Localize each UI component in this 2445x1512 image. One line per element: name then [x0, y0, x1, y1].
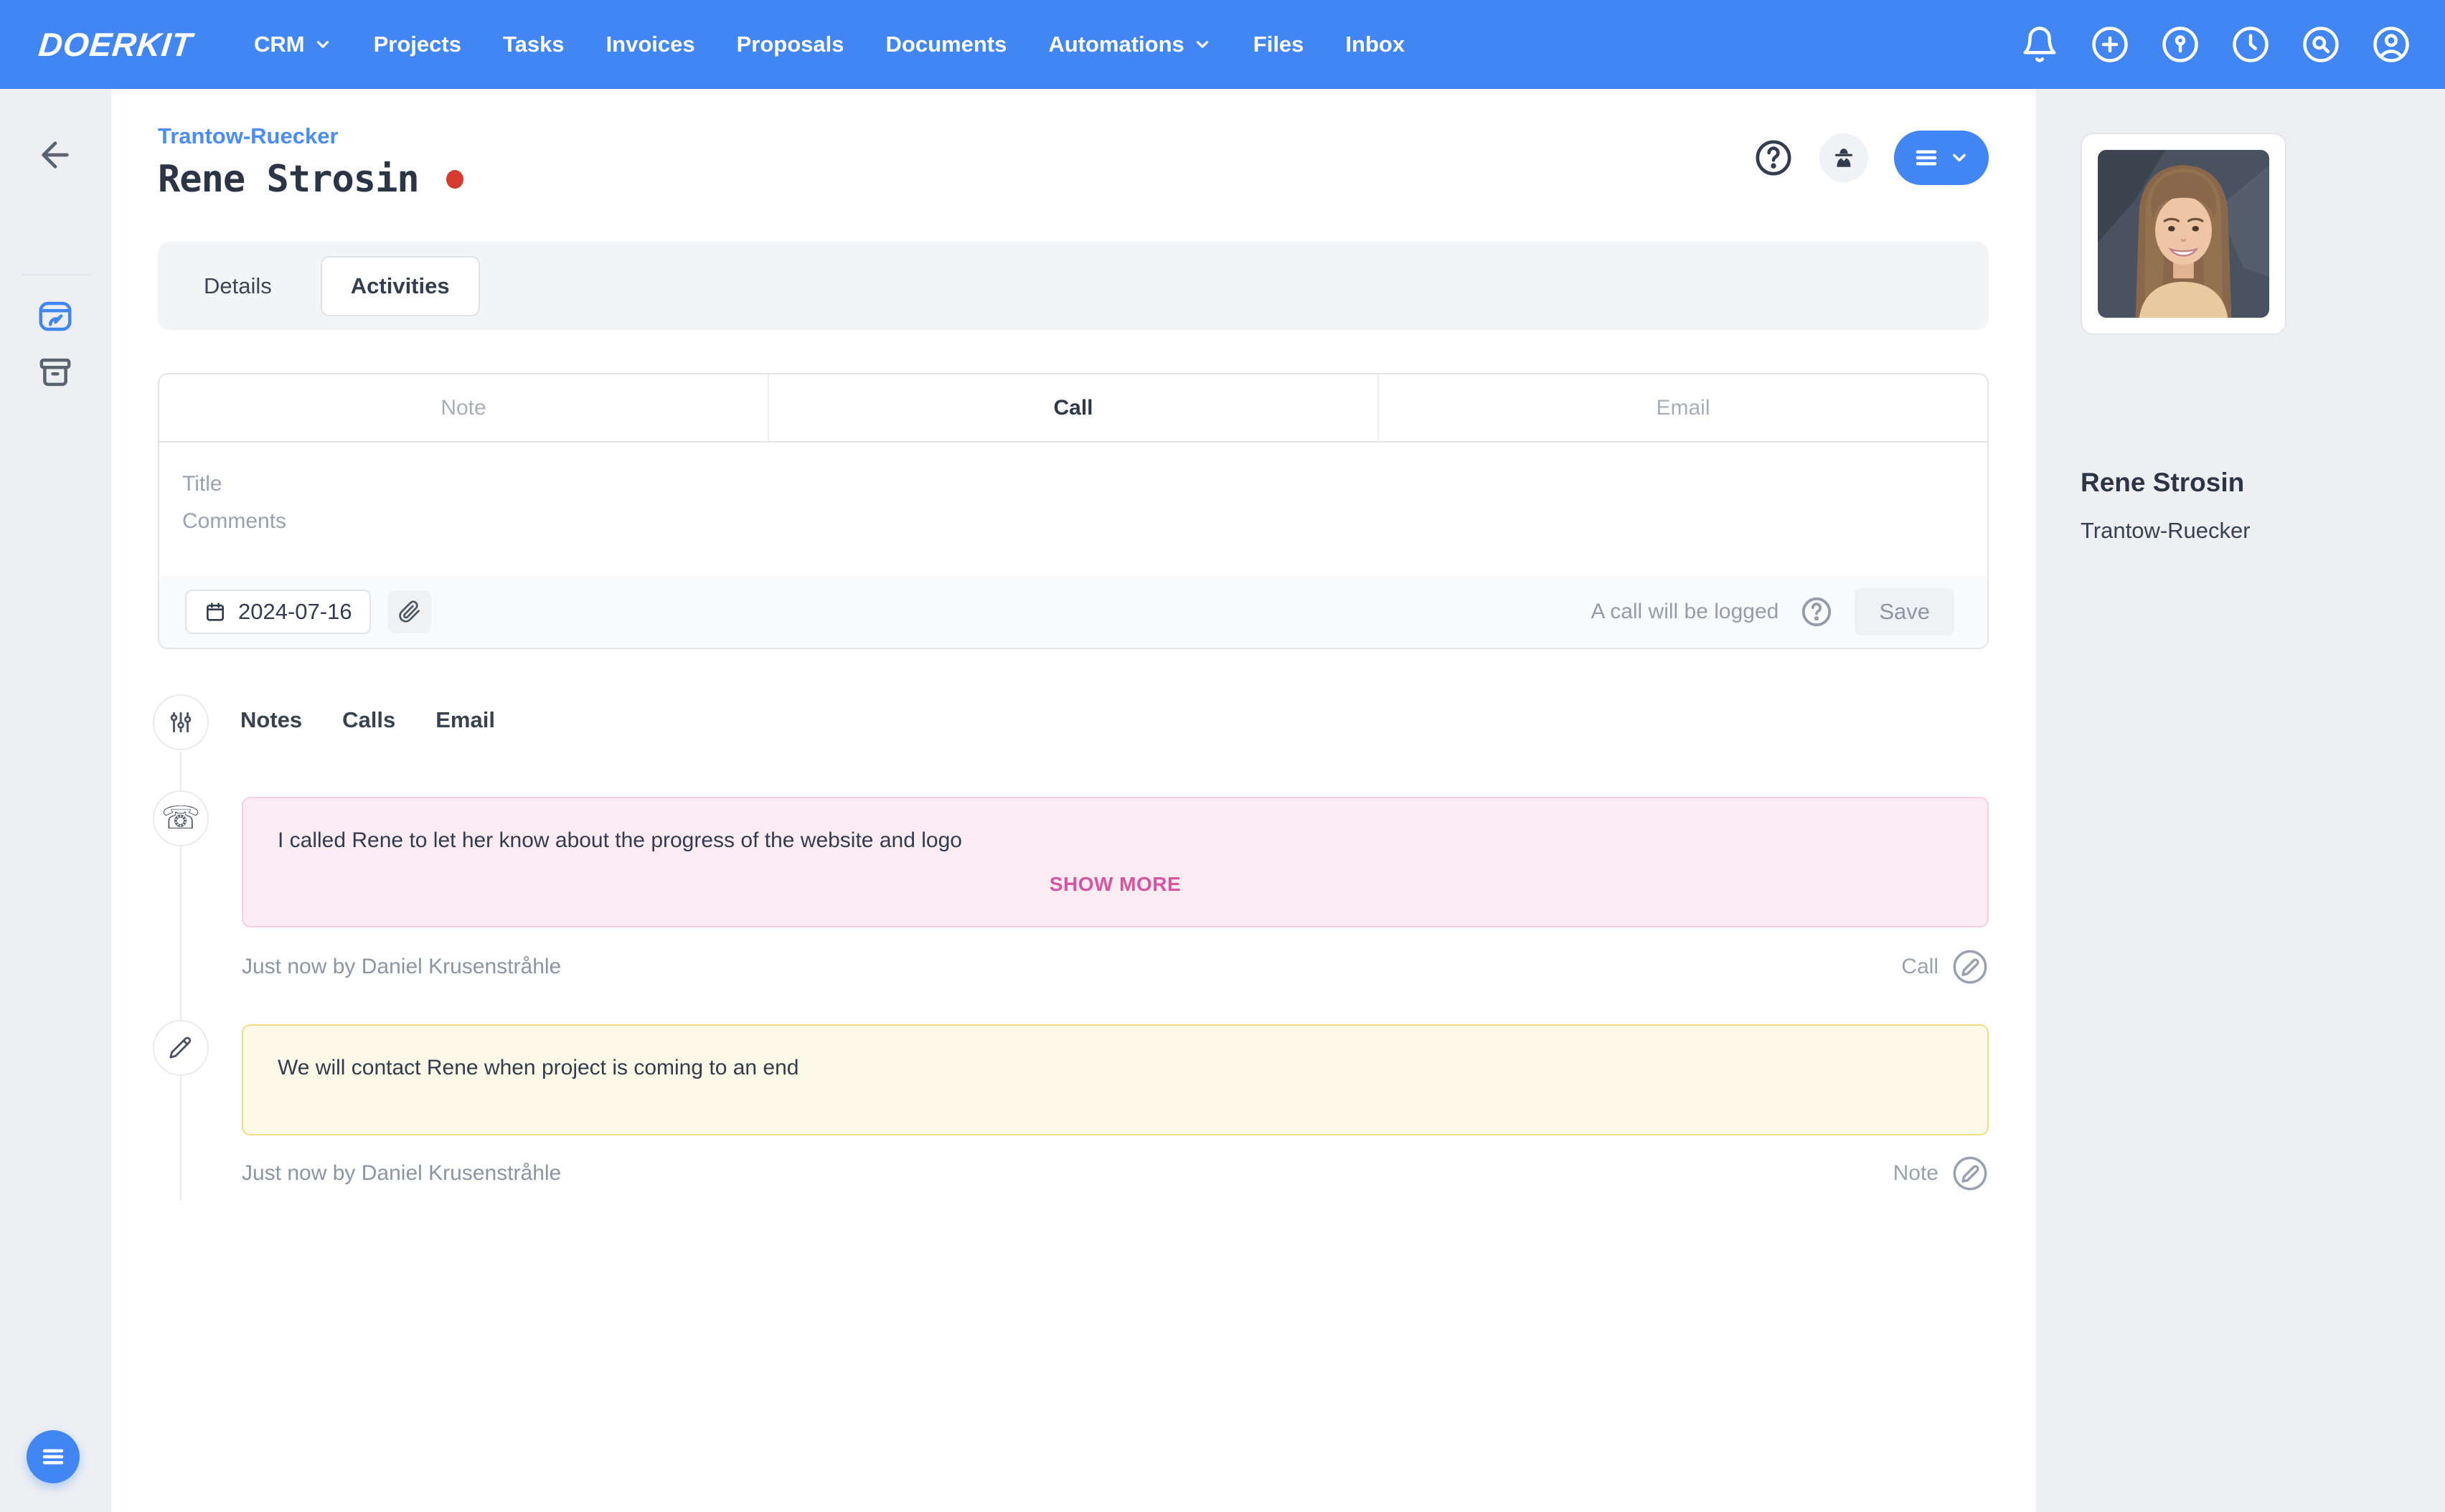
tab-details[interactable]: Details	[176, 273, 299, 299]
show-more-link[interactable]: SHOW MORE	[243, 873, 1987, 896]
menu-icon	[1913, 145, 1939, 171]
filter-tab-notes[interactable]: Notes	[240, 707, 302, 733]
activity-composer: Note Call Email 2024-07-16 A call will b…	[158, 373, 1989, 649]
save-button[interactable]: Save	[1855, 588, 1954, 635]
impersonate-button[interactable]	[1819, 133, 1868, 182]
filter-tab-calls[interactable]: Calls	[342, 707, 395, 733]
nav-item-automations[interactable]: Automations	[1048, 32, 1211, 57]
nav-item-proposals[interactable]: Proposals	[737, 32, 844, 57]
paperclip-icon	[398, 600, 421, 623]
top-nav: DOERKIT CRM Projects Tasks Invoices Prop…	[0, 0, 2445, 89]
note-entry-card: We will contact Rene when project is com…	[242, 1024, 1989, 1135]
call-entry-marker: ☏	[153, 790, 209, 846]
main-menu: CRM Projects Tasks Invoices Proposals Do…	[254, 32, 1405, 57]
call-entry-author: Just now by Daniel Krusenstråhle	[242, 955, 561, 979]
edit-call-icon[interactable]	[1951, 948, 1989, 986]
nav-item-files[interactable]: Files	[1253, 32, 1304, 57]
profile-sidebar: Rene Strosin Trantow-Ruecker	[2036, 89, 2445, 1512]
nav-item-inbox[interactable]: Inbox	[1345, 32, 1405, 57]
archive-icon[interactable]	[36, 353, 75, 392]
app-logo: DOERKIT	[37, 25, 194, 64]
attach-file-button[interactable]	[388, 590, 431, 633]
note-entry-meta: Just now by Daniel Krusenstråhle Note	[242, 1155, 1989, 1192]
profile-name: Rene Strosin	[2081, 468, 2244, 498]
composer-tab-note[interactable]: Note	[159, 374, 769, 441]
page-title-row: Rene Strosin	[158, 158, 463, 201]
tab-activities[interactable]: Activities	[321, 256, 480, 316]
call-entry-card: I called Rene to let her know about the …	[242, 797, 1989, 927]
date-value: 2024-07-16	[238, 599, 352, 625]
sliders-icon	[167, 709, 194, 736]
record-actions	[1753, 131, 1989, 185]
record-tabs: Details Activities	[158, 242, 1989, 330]
hint-help-icon[interactable]	[1800, 595, 1833, 628]
page-title: Rene Strosin	[158, 158, 419, 201]
note-entry-type: Note	[1893, 1161, 1938, 1186]
profile-photo-card	[2081, 133, 2286, 335]
comments-input[interactable]	[182, 503, 1964, 540]
composer-tab-email[interactable]: Email	[1379, 374, 1987, 441]
pencil-icon	[167, 1034, 194, 1062]
calendar-icon	[204, 600, 227, 623]
location-circle-icon[interactable]	[2161, 25, 2200, 64]
user-icon[interactable]	[2372, 25, 2411, 64]
title-input[interactable]	[182, 466, 1964, 503]
app-window: DOERKIT CRM Projects Tasks Invoices Prop…	[0, 0, 2445, 1512]
sidebar-divider	[22, 274, 90, 275]
plus-circle-icon[interactable]	[2091, 25, 2129, 64]
call-entry-meta: Just now by Daniel Krusenstråhle Call	[242, 948, 1989, 986]
composer-tabs: Note Call Email	[159, 374, 1987, 443]
help-icon[interactable]	[1753, 138, 1794, 178]
menu-fab-button[interactable]	[27, 1430, 80, 1483]
filter-tab-email[interactable]: Email	[435, 707, 495, 733]
bell-icon[interactable]	[2020, 25, 2059, 64]
nav-item-projects[interactable]: Projects	[374, 32, 461, 57]
chevron-down-icon	[314, 35, 332, 54]
note-entry-author: Just now by Daniel Krusenstråhle	[242, 1161, 561, 1186]
left-sidebar	[0, 89, 111, 1512]
breadcrumb-company-link[interactable]: Trantow-Ruecker	[158, 123, 339, 149]
call-entry-text: I called Rene to let her know about the …	[243, 798, 1987, 853]
clock-icon[interactable]	[2231, 25, 2270, 64]
note-entry-marker	[153, 1020, 209, 1076]
composer-hint: A call will be logged	[1591, 600, 1779, 624]
nav-item-documents[interactable]: Documents	[886, 32, 1007, 57]
main-content: Trantow-Ruecker Rene Strosin Details Act…	[111, 89, 2036, 1512]
record-menu-button[interactable]	[1894, 131, 1989, 185]
timeline-filter-button[interactable]	[153, 694, 209, 750]
search-icon[interactable]	[2302, 25, 2340, 64]
call-entry-type: Call	[1901, 955, 1938, 979]
composer-fields	[159, 443, 1987, 540]
phone-icon: ☏	[161, 803, 200, 834]
profile-photo	[2098, 150, 2269, 318]
dashboard-icon[interactable]	[36, 297, 75, 336]
composer-footer: 2024-07-16 A call will be logged Save	[159, 576, 1987, 648]
profile-company: Trantow-Ruecker	[2081, 518, 2251, 544]
spy-icon	[1831, 145, 1857, 171]
chevron-down-icon	[1949, 148, 1969, 168]
composer-tab-call[interactable]: Call	[769, 374, 1379, 441]
nav-icon-group	[2020, 25, 2411, 64]
edit-note-icon[interactable]	[1951, 1155, 1989, 1192]
nav-item-crm[interactable]: CRM	[254, 32, 332, 57]
back-arrow-icon[interactable]	[35, 135, 75, 175]
nav-item-invoices[interactable]: Invoices	[606, 32, 695, 57]
note-entry-text: We will contact Rene when project is com…	[243, 1026, 1987, 1080]
timeline-filter-tabs: Notes Calls Email	[240, 707, 495, 733]
nav-item-automations-label: Automations	[1048, 32, 1184, 57]
status-dot	[446, 170, 463, 189]
nav-item-tasks[interactable]: Tasks	[503, 32, 565, 57]
date-picker-button[interactable]: 2024-07-16	[185, 590, 371, 634]
chevron-down-icon	[1193, 35, 1212, 54]
nav-item-crm-label: CRM	[254, 32, 305, 57]
